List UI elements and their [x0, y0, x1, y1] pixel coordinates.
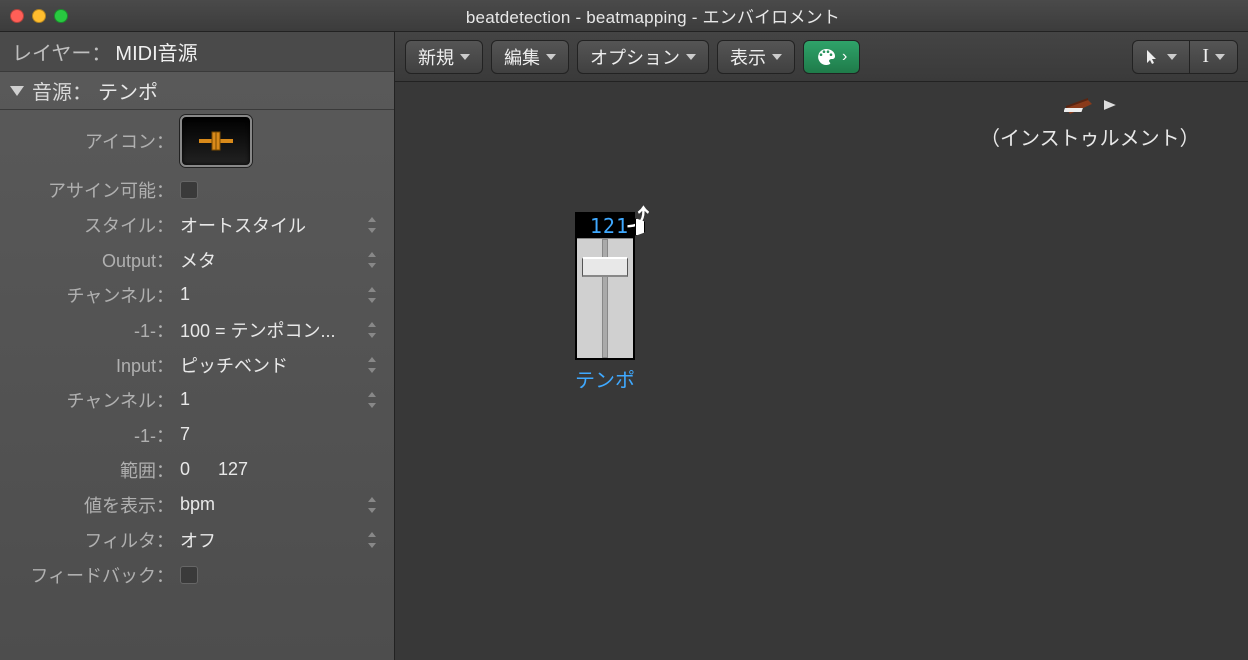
- style-select[interactable]: オートスタイル: [180, 212, 394, 238]
- layer-value: MIDI音源: [115, 37, 197, 66]
- chevron-down-icon: [686, 54, 696, 60]
- feedback-checkbox[interactable]: [180, 566, 198, 584]
- chevron-down-icon: [1167, 54, 1177, 60]
- pointer-tool[interactable]: [1132, 40, 1189, 74]
- out-channel-label: チャンネル：: [0, 282, 180, 308]
- in-channel-label: チャンネル：: [0, 387, 180, 413]
- new-menu[interactable]: 新規: [405, 40, 483, 74]
- out-neg1-value: 100 = テンポコン...: [180, 317, 336, 343]
- in-channel-select[interactable]: 1: [180, 389, 394, 410]
- feedback-label: フィードバック：: [0, 562, 180, 588]
- text-tool[interactable]: I: [1189, 40, 1238, 74]
- window-title: beatdetection - beatmapping - エンバイロメント: [68, 3, 1238, 28]
- options-menu-label: オプション: [590, 44, 680, 70]
- output-value: メタ: [180, 247, 216, 273]
- canvas-toolbar: 新規 編集 オプション 表示 › I: [395, 32, 1248, 82]
- show-value-value: bpm: [180, 494, 215, 515]
- keyboard-instrument-icon: [1064, 94, 1094, 116]
- chevron-down-icon: [1215, 54, 1225, 60]
- fader-track[interactable]: [577, 238, 633, 358]
- source-value: テンポ: [98, 76, 158, 105]
- show-value-select[interactable]: bpm: [180, 494, 394, 515]
- updown-arrows-icon: [366, 217, 378, 233]
- updown-arrows-icon: [366, 322, 378, 338]
- icon-picker[interactable]: [180, 115, 252, 167]
- instrument-label[interactable]: （インストゥルメント）: [980, 122, 1200, 151]
- in-neg1-value[interactable]: 7: [180, 424, 190, 445]
- environment-canvas-area: 新規 編集 オプション 表示 › I ⤴: [395, 32, 1248, 660]
- tempo-object-label[interactable]: テンポ: [575, 364, 635, 393]
- layer-label: レイヤー：: [12, 37, 111, 66]
- updown-arrows-icon: [366, 252, 378, 268]
- chevron-down-icon: [546, 54, 556, 60]
- new-menu-label: 新規: [418, 44, 454, 70]
- range-max[interactable]: 127: [218, 459, 248, 480]
- fader-thumb[interactable]: [582, 257, 628, 277]
- range-min[interactable]: 0: [180, 459, 190, 480]
- out-neg1-select[interactable]: 100 = テンポコン...: [180, 317, 394, 343]
- tempo-fader-object[interactable]: ⤴ 121 テンポ: [575, 212, 635, 393]
- source-label: 音源：: [32, 76, 92, 105]
- input-label: Input：: [0, 352, 180, 378]
- updown-arrows-icon: [366, 357, 378, 373]
- view-menu[interactable]: 表示: [717, 40, 795, 74]
- out-channel-select[interactable]: 1: [180, 284, 394, 305]
- disclosure-triangle-icon[interactable]: [10, 86, 24, 96]
- environment-canvas[interactable]: ⤴ 121 テンポ: [395, 82, 1248, 660]
- filter-label: フィルタ：: [0, 527, 180, 553]
- view-menu-label: 表示: [730, 44, 766, 70]
- updown-arrows-icon: [366, 497, 378, 513]
- text-cursor-icon: I: [1202, 45, 1209, 68]
- pointer-icon: [1145, 49, 1161, 65]
- output-select[interactable]: メタ: [180, 247, 394, 273]
- assignable-checkbox[interactable]: [180, 181, 198, 199]
- chevron-down-icon: [772, 54, 782, 60]
- midi-thru-button[interactable]: ›: [803, 40, 860, 74]
- source-header[interactable]: 音源： テンポ: [0, 72, 394, 110]
- filter-select[interactable]: オフ: [180, 527, 394, 553]
- minimize-window-icon[interactable]: [32, 9, 46, 23]
- options-menu[interactable]: オプション: [577, 40, 709, 74]
- range-label: 範囲：: [0, 457, 180, 483]
- chevron-right-icon: ›: [842, 48, 847, 66]
- chevron-down-icon: [460, 54, 470, 60]
- icon-label: アイコン：: [0, 128, 180, 154]
- out-channel-value: 1: [180, 284, 190, 305]
- palette-icon: [816, 48, 836, 66]
- out-neg1-label: -1-：: [0, 317, 180, 343]
- inspector-sidebar: レイヤー： MIDI音源 音源： テンポ アイコン：: [0, 32, 395, 660]
- show-value-label: 値を表示：: [0, 492, 180, 518]
- filter-value: オフ: [180, 527, 216, 553]
- edit-menu[interactable]: 編集: [491, 40, 569, 74]
- edit-menu-label: 編集: [504, 44, 540, 70]
- style-label: スタイル：: [0, 212, 180, 238]
- titlebar: beatdetection - beatmapping - エンバイロメント: [0, 0, 1248, 32]
- input-value: ピッチベンド: [180, 352, 288, 378]
- fader-value[interactable]: 121: [577, 214, 633, 238]
- output-label: Output：: [0, 247, 180, 273]
- fader-icon: [199, 128, 233, 154]
- in-channel-value: 1: [180, 389, 190, 410]
- layer-selector[interactable]: レイヤー： MIDI音源: [0, 32, 394, 72]
- updown-arrows-icon: [366, 532, 378, 548]
- assignable-label: アサイン可能：: [0, 177, 180, 203]
- instrument-object[interactable]: （インストゥルメント）: [980, 92, 1200, 151]
- close-window-icon[interactable]: [10, 9, 24, 23]
- input-select[interactable]: ピッチベンド: [180, 352, 394, 378]
- updown-arrows-icon: [366, 287, 378, 303]
- output-flag-icon[interactable]: [1104, 100, 1116, 110]
- updown-arrows-icon: [366, 392, 378, 408]
- traffic-lights: [10, 9, 68, 23]
- zoom-window-icon[interactable]: [54, 9, 68, 23]
- style-value: オートスタイル: [180, 212, 306, 238]
- in-neg1-label: -1-：: [0, 422, 180, 448]
